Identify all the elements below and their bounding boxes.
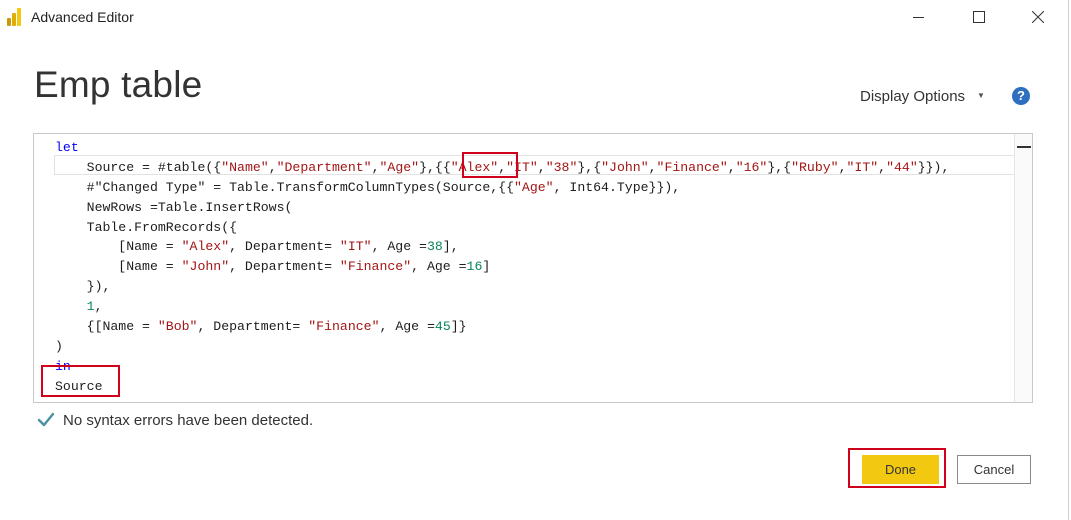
vertical-scrollbar[interactable] — [1014, 134, 1032, 402]
code-token: Source — [55, 378, 103, 394]
close-button[interactable] — [1015, 0, 1061, 34]
checkmark-icon — [37, 412, 55, 427]
code-token: "44" — [886, 159, 918, 175]
code-content[interactable]: let Source = #table({"Name","Department"… — [55, 138, 949, 397]
code-token: [Name = — [55, 259, 182, 275]
editor-gutter — [34, 134, 50, 402]
code-token: {[Name = — [55, 319, 158, 335]
code-token: ) — [55, 338, 63, 354]
query-title: Emp table — [34, 64, 203, 105]
code-token: },{ — [577, 159, 602, 175]
code-token: "Age" — [514, 179, 554, 195]
title-bar: Advanced Editor — [0, 0, 1069, 34]
code-token: #"Changed Type" = Table.TransformColumnT… — [55, 179, 514, 195]
code-token: , — [268, 159, 277, 175]
advanced-editor-window: Advanced Editor Emp table Display Option… — [0, 0, 1069, 520]
code-token: "16" — [735, 159, 768, 175]
code-token: ]} — [450, 319, 467, 335]
code-token: "Finance" — [656, 159, 728, 175]
code-token: in — [55, 358, 71, 374]
minimize-button[interactable] — [895, 0, 941, 34]
code-token: "John" — [601, 159, 649, 175]
help-icon[interactable]: ? — [1012, 87, 1030, 105]
code-token: , — [371, 159, 380, 175]
code-token: , — [498, 159, 507, 175]
window-title: Advanced Editor — [31, 9, 134, 25]
code-line[interactable]: [Name = "Alex", Department= "IT", Age =3… — [55, 237, 949, 257]
code-token: , Int64.Type}}), — [553, 179, 681, 195]
maximize-button[interactable] — [956, 0, 1002, 34]
code-line[interactable]: ) — [55, 337, 949, 357]
code-token: "Name" — [221, 159, 269, 175]
code-line[interactable]: #"Changed Type" = Table.TransformColumnT… — [55, 178, 949, 198]
code-token: , Department= — [229, 239, 340, 255]
code-token: "IT" — [846, 159, 879, 175]
code-line[interactable]: 1, — [55, 297, 949, 317]
code-token: NewRows =Table.InsertRows( — [55, 199, 293, 215]
code-token: Table.FromRecords({ — [55, 219, 238, 235]
code-line[interactable]: Source — [55, 377, 949, 397]
code-token: "Alex" — [450, 159, 499, 175]
code-token: , Age = — [411, 259, 467, 275]
code-line[interactable]: }), — [55, 277, 949, 297]
code-token: 45 — [434, 319, 451, 335]
code-line[interactable]: [Name = "John", Department= "Finance", A… — [55, 257, 949, 277]
code-token: , — [838, 159, 847, 175]
code-token: , Department= — [229, 259, 340, 275]
code-token: "IT" — [506, 159, 538, 175]
code-token: }}), — [917, 159, 950, 175]
code-token: "Ruby" — [791, 159, 839, 175]
chevron-down-icon: ▼ — [977, 90, 985, 100]
code-line[interactable]: in — [55, 357, 949, 377]
display-options-dropdown[interactable]: Display Options ▼ — [860, 88, 985, 105]
code-token: [Name = — [55, 239, 182, 255]
code-token: "Alex" — [181, 239, 230, 255]
code-token: , Age = — [379, 319, 435, 335]
code-token: ] — [482, 259, 491, 275]
code-token: "Finance" — [339, 259, 412, 275]
code-token: 1 — [86, 299, 95, 315]
syntax-status: No syntax errors have been detected. — [36, 410, 313, 430]
code-token: },{{ — [419, 159, 451, 175]
code-line[interactable]: let — [55, 138, 949, 158]
code-token: "Bob" — [157, 319, 198, 335]
code-token: , — [537, 159, 546, 175]
code-token: "Age" — [379, 159, 420, 175]
close-icon — [1032, 11, 1044, 23]
done-button[interactable]: Done — [862, 455, 939, 484]
code-token: , — [94, 299, 103, 315]
code-editor[interactable]: let Source = #table({"Name","Department"… — [33, 133, 1033, 403]
code-token: let — [55, 140, 79, 155]
code-line[interactable]: Source = #table({"Name","Department","Ag… — [55, 158, 950, 178]
code-token: "John" — [181, 259, 230, 275]
code-line[interactable]: NewRows =Table.InsertRows( — [55, 198, 949, 218]
scrollbar-marker — [1017, 146, 1031, 148]
code-token: },{ — [767, 159, 792, 175]
power-bi-icon — [7, 8, 21, 26]
code-line[interactable]: {[Name = "Bob", Department= "Finance", A… — [55, 317, 949, 337]
code-token: , Age = — [371, 239, 427, 255]
code-token: "Finance" — [308, 319, 380, 335]
status-message: No syntax errors have been detected. — [63, 411, 314, 429]
code-token: , — [878, 159, 887, 175]
code-token: 38 — [426, 239, 443, 255]
code-token: "IT" — [339, 239, 372, 255]
code-token: Source = #table({ — [55, 159, 222, 175]
code-token: , — [648, 159, 657, 175]
code-token: }), — [55, 279, 111, 295]
code-token: , Department= — [197, 319, 309, 335]
code-token: ], — [442, 239, 459, 255]
code-token: 16 — [466, 259, 483, 275]
cancel-button[interactable]: Cancel — [957, 455, 1031, 484]
display-options-label: Display Options — [860, 88, 966, 105]
maximize-icon — [973, 11, 985, 23]
code-line[interactable]: Table.FromRecords({ — [55, 218, 949, 238]
code-token: , — [727, 159, 736, 175]
minimize-icon — [912, 16, 924, 18]
code-token: "38" — [545, 159, 578, 175]
code-token: "Department" — [276, 159, 372, 175]
